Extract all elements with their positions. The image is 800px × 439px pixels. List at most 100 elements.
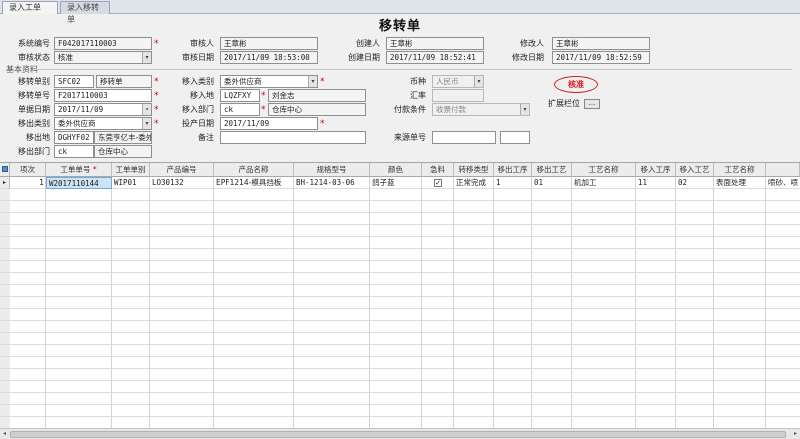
- creator-field[interactable]: 王章彬: [386, 37, 484, 50]
- in-type-value: 委外供应商: [224, 77, 262, 86]
- row-header-cell: [0, 225, 10, 236]
- audit-status-select[interactable]: 核准 ▾: [54, 51, 152, 64]
- grid-corner-icon[interactable]: [0, 163, 10, 177]
- audit-status-label: 审核状态: [18, 53, 50, 62]
- col-header-seq[interactable]: 项次: [10, 163, 46, 177]
- row-header-cell: [0, 345, 10, 356]
- transfer-no-label: 移转单号: [18, 91, 50, 100]
- input-date-label: 投产日期: [182, 119, 214, 128]
- checkbox-checked-icon[interactable]: ✓: [434, 179, 442, 187]
- pay-terms-value: 收票付款: [436, 105, 466, 114]
- rate-field[interactable]: [432, 89, 484, 102]
- in-place-code-field[interactable]: LQZFXY: [220, 89, 260, 102]
- ext-field-button[interactable]: ...: [584, 99, 600, 109]
- out-type-label: 移出类别: [18, 119, 50, 128]
- col-header-wo-no[interactable]: 工单单号 *: [46, 163, 112, 177]
- col-header-craft-name[interactable]: 工艺名称: [572, 163, 636, 177]
- col-header-urgent[interactable]: 急料: [422, 163, 454, 177]
- transfer-type-name-field: 移转单: [96, 75, 152, 88]
- cell-seq[interactable]: 1: [10, 177, 46, 189]
- row-header-cell: [0, 213, 10, 224]
- cell-wo-type[interactable]: WIP01: [112, 177, 150, 189]
- doc-date-picker[interactable]: 2017/11/09 ▾: [54, 103, 152, 116]
- cell-extra[interactable]: 喷砂、喷: [766, 177, 800, 189]
- section-divider: [34, 69, 792, 70]
- currency-select[interactable]: 人民币 ▾: [432, 75, 484, 88]
- pay-terms-select[interactable]: 收票付款 ▾: [432, 103, 530, 116]
- cell-craft-name[interactable]: 机加工: [572, 177, 636, 189]
- cell-prod-name[interactable]: EPF1214-模具挡板: [214, 177, 294, 189]
- source-no-extra-field[interactable]: [500, 131, 530, 144]
- row-selector-icon[interactable]: ▸: [0, 177, 10, 189]
- cell-out-craft[interactable]: 01: [532, 177, 572, 189]
- out-type-select[interactable]: 委外供应商 ▾: [54, 117, 152, 130]
- out-dept-code-field[interactable]: ck: [54, 145, 94, 158]
- col-header-out-proc[interactable]: 移出工序: [494, 163, 532, 177]
- cell-in-craft-name[interactable]: 表面处理: [714, 177, 766, 189]
- cell-prod-no[interactable]: LO30132: [150, 177, 214, 189]
- col-header-wo-type[interactable]: 工单单别: [112, 163, 150, 177]
- out-dept-label: 移出部门: [18, 147, 50, 156]
- cell-wo-no[interactable]: W2017110144: [46, 177, 112, 189]
- modify-date-field[interactable]: 2017/11/09 18:52:59: [552, 51, 650, 64]
- col-header-prod-name[interactable]: 产品名称: [214, 163, 294, 177]
- row-header-cell: [0, 369, 10, 380]
- cell-out-proc[interactable]: 1: [494, 177, 532, 189]
- col-header-spec[interactable]: 规格型号: [294, 163, 370, 177]
- col-header-in-proc[interactable]: 移入工序: [636, 163, 676, 177]
- rate-label: 汇率: [410, 91, 426, 100]
- chevron-down-icon: ▾: [142, 104, 151, 115]
- in-type-label: 移入类别: [182, 77, 214, 86]
- tab-entry-workorder[interactable]: 录入工单: [2, 1, 58, 14]
- modifier-label: 修改人: [520, 39, 544, 48]
- source-no-label: 来源单号: [394, 133, 426, 142]
- cell-urgent[interactable]: ✓: [422, 177, 454, 189]
- required-icon: *: [154, 91, 159, 101]
- in-dept-code-field[interactable]: ck: [220, 103, 260, 116]
- scroll-right-icon[interactable]: ▸: [791, 429, 800, 439]
- col-header-color[interactable]: 颜色: [370, 163, 422, 177]
- cell-spec[interactable]: BH-1214-03-06: [294, 177, 370, 189]
- cell-transfer-type[interactable]: 正常完成: [454, 177, 494, 189]
- in-place-name-field: 刘金志: [268, 89, 366, 102]
- required-icon: *: [261, 105, 266, 115]
- col-header-transfer-type[interactable]: 转移类型: [454, 163, 494, 177]
- col-header-prod-no[interactable]: 产品编号: [150, 163, 214, 177]
- remark-field[interactable]: [220, 131, 366, 144]
- row-header-cell: [0, 237, 10, 248]
- tab-entry-transfer[interactable]: 录入移转单: [60, 1, 110, 24]
- horizontal-scrollbar[interactable]: ◂ ▸: [0, 428, 800, 439]
- col-header-in-craft-name[interactable]: 工艺名称: [714, 163, 766, 177]
- row-header-cell: [0, 273, 10, 284]
- transfer-type-label: 移转单别: [18, 77, 50, 86]
- col-header-in-craft[interactable]: 移入工艺: [676, 163, 714, 177]
- out-place-code-field[interactable]: DGHYF02: [54, 131, 94, 144]
- create-date-field[interactable]: 2017/11/09 18:52:41: [386, 51, 484, 64]
- audit-date-field[interactable]: 2017/11/09 18:53:00: [220, 51, 318, 64]
- cell-in-proc[interactable]: 11: [636, 177, 676, 189]
- required-icon: *: [320, 77, 325, 87]
- out-type-value: 委外供应商: [58, 119, 96, 128]
- cell-in-craft[interactable]: 02: [676, 177, 714, 189]
- required-icon: *: [154, 77, 159, 87]
- scroll-left-icon[interactable]: ◂: [0, 429, 9, 439]
- system-no-field[interactable]: F042017110003: [54, 37, 152, 50]
- chevron-down-icon: ▾: [308, 76, 317, 87]
- create-date-label: 创建日期: [348, 53, 380, 62]
- row-header-cell: [0, 333, 10, 344]
- source-no-field[interactable]: [432, 131, 496, 144]
- in-type-select[interactable]: 委外供应商 ▾: [220, 75, 318, 88]
- col-header-extra[interactable]: [766, 163, 800, 177]
- auditor-label: 审核人: [190, 39, 214, 48]
- transfer-no-field[interactable]: F2017110003: [54, 89, 152, 102]
- transfer-type-code-field[interactable]: SFC02: [54, 75, 94, 88]
- col-header-out-craft[interactable]: 移出工艺: [532, 163, 572, 177]
- cell-color[interactable]: 鸽子蓝: [370, 177, 422, 189]
- input-date-field[interactable]: 2017/11/09: [220, 117, 318, 130]
- auditor-field[interactable]: 王章彬: [220, 37, 318, 50]
- scroll-thumb[interactable]: [10, 431, 786, 438]
- required-icon: *: [154, 119, 159, 129]
- row-header-cell: [0, 249, 10, 260]
- row-header-cell: [0, 381, 10, 392]
- modifier-field[interactable]: 王章彬: [552, 37, 650, 50]
